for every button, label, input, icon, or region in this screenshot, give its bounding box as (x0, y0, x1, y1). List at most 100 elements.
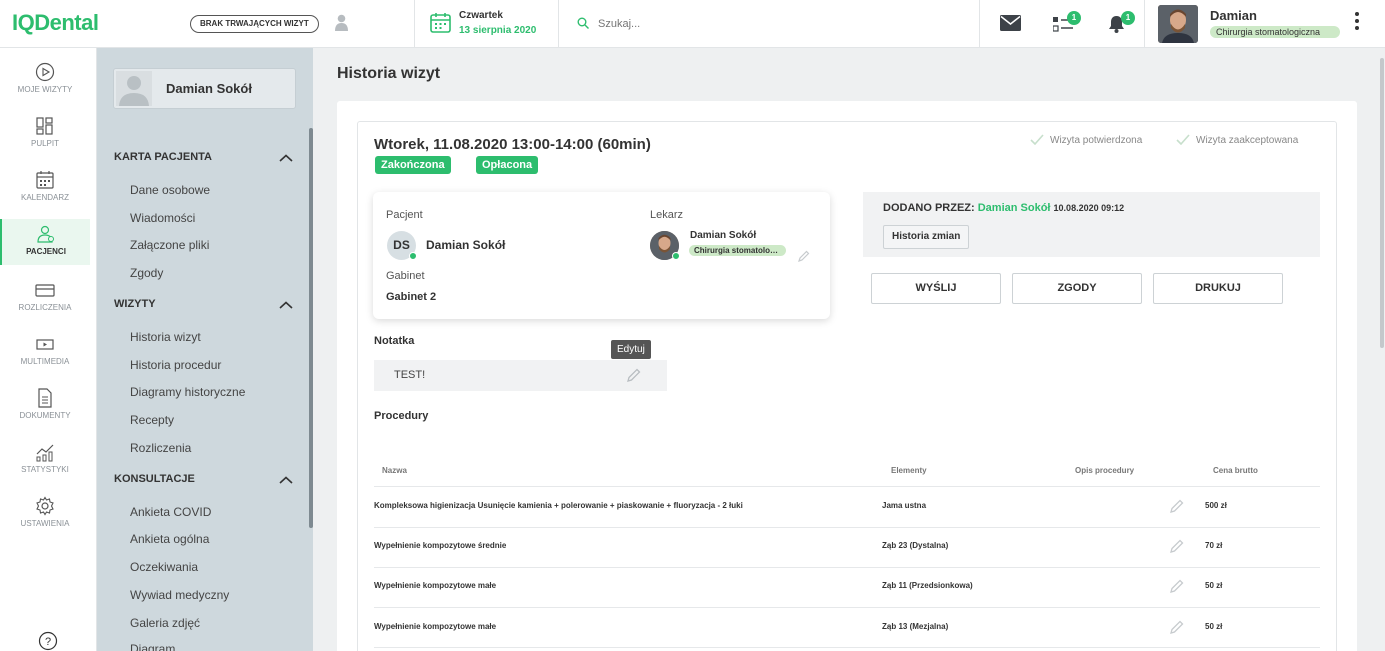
note-text: TEST! (394, 369, 426, 381)
edit-pencil-icon[interactable] (1170, 620, 1184, 634)
procedure-elements: Ząb 11 (Przedsionkowa) (882, 581, 973, 590)
procedure-price: 50 zł (1205, 581, 1223, 590)
sidebar-item-photo-gallery[interactable]: Galeria zdjęć (130, 616, 200, 630)
patients-icon (37, 225, 54, 243)
change-history-button[interactable]: Historia zmian (883, 225, 970, 249)
tasks-badge: 1 (1067, 11, 1081, 25)
bell-icon[interactable]: 1 (1108, 11, 1135, 38)
help-icon[interactable]: ? (38, 631, 58, 651)
procedure-price: 70 zł (1205, 541, 1223, 550)
procedure-name: Kompleksowa higienizacja Usunięcie kamie… (374, 501, 743, 510)
edit-pencil-icon[interactable] (798, 250, 810, 262)
section-title-patient-card[interactable]: KARTA PACJENTA (114, 151, 212, 163)
search-input[interactable] (598, 14, 958, 34)
doctor-name: Damian Sokół (690, 230, 757, 241)
patient-name-link[interactable]: Damian Sokół (426, 238, 505, 252)
nav-multimedia[interactable]: MULTIMEDIA (0, 334, 90, 380)
visit-accepted-label: Wizyta zaakceptowana (1196, 135, 1299, 146)
sidebar-item-medical-interview[interactable]: Wywiad medyczny (130, 588, 229, 602)
edit-note-pencil-icon[interactable] (627, 368, 641, 382)
sidebar-item-covid-survey[interactable]: Ankieta COVID (130, 505, 211, 519)
nav-patients[interactable]: PACJENCI (0, 219, 90, 265)
section-title-visits[interactable]: WIZYTY (114, 298, 156, 310)
nav-label: PACJENCI (26, 247, 66, 256)
procedure-name: Wypełnienie kompozytowe średnie (374, 541, 507, 550)
row-divider (374, 567, 1320, 568)
nav-label: STATYSTYKI (21, 465, 69, 474)
mail-icon[interactable] (1000, 15, 1021, 36)
calendar-icon (430, 13, 451, 33)
print-button[interactable]: DRUKUJ (1153, 273, 1283, 304)
check-icon (1030, 134, 1044, 146)
row-divider (374, 647, 1320, 648)
edit-pencil-icon[interactable] (1170, 539, 1184, 553)
nav-label: KALENDARZ (20, 193, 69, 202)
nav-settings[interactable]: USTAWIENIA (0, 496, 90, 542)
edit-tooltip: Edytuj (611, 340, 651, 359)
procedures-title: Procedury (374, 410, 429, 422)
procedure-price: 500 zł (1205, 501, 1227, 510)
sidebar-item-expectations[interactable]: Oczekiwania (130, 560, 198, 574)
patient-card[interactable]: Damian Sokół (113, 68, 296, 109)
app-logo[interactable]: IQDental (12, 10, 99, 36)
sidebar-item-procedure-history[interactable]: Historia procedur (130, 358, 221, 372)
column-header-name: Nazwa (382, 466, 407, 475)
row-divider (374, 607, 1320, 608)
added-date: 10.08.2020 09:12 (1053, 203, 1125, 213)
date-weekday: Czwartek (459, 10, 503, 21)
added-by-name: Damian Sokół (977, 202, 1051, 214)
calendar-icon (36, 171, 54, 189)
patient-sidebar: Damian Sokół KARTA PACJENTA Dane osobowe… (97, 48, 313, 651)
tasks-icon[interactable]: 1 (1052, 11, 1081, 37)
nav-documents[interactable]: DOKUMENTY (0, 388, 90, 434)
sidebar-item-visit-history[interactable]: Historia wizyt (130, 330, 201, 344)
sidebar-item-diagram[interactable]: Diagram (130, 642, 175, 651)
consents-button[interactable]: ZGODY (1012, 273, 1142, 304)
status-badge-finished: Zakończona (375, 156, 451, 174)
sidebar-item-consents[interactable]: Zgody (130, 266, 163, 280)
procedure-price: 50 zł (1205, 622, 1223, 631)
user-avatar[interactable] (1158, 5, 1198, 43)
room-label: Gabinet (386, 270, 425, 282)
no-ongoing-visits-button[interactable]: BRAK TRWAJĄCYCH WIZYT (190, 15, 319, 33)
chevron-up-icon[interactable] (279, 301, 293, 309)
more-menu-icon[interactable] (1352, 12, 1362, 36)
chevron-up-icon[interactable] (279, 154, 293, 162)
sidebar-item-messages[interactable]: Wiadomości (130, 211, 195, 225)
check-icon (1176, 134, 1190, 146)
chevron-up-icon[interactable] (279, 476, 293, 484)
sidebar-item-attached-files[interactable]: Załączone pliki (130, 238, 209, 252)
page-title: Historia wizyt (337, 65, 441, 82)
play-circle-icon (35, 62, 55, 82)
nav-label: MOJE WIZYTY (17, 85, 73, 94)
sidebar-item-historic-diagrams[interactable]: Diagramy historyczne (130, 385, 245, 399)
person-icon[interactable] (335, 14, 348, 36)
visit-title: Wtorek, 11.08.2020 13:00-14:00 (60min) (374, 136, 651, 153)
top-bar: IQDental BRAK TRWAJĄCYCH WIZYT Czwartek … (0, 0, 1385, 48)
search-icon (577, 17, 589, 29)
row-divider (374, 486, 1320, 487)
nav-billing[interactable]: ROZLICZENIA (0, 280, 90, 326)
procedure-name: Wypełnienie kompozytowe małe (374, 622, 497, 631)
row-divider (374, 527, 1320, 528)
sidebar-item-personal-data[interactable]: Dane osobowe (130, 183, 210, 197)
edit-pencil-icon[interactable] (1170, 499, 1184, 513)
visit-confirmed-status: Wizyta potwierdzona (1030, 134, 1142, 146)
nav-my-visits[interactable]: MOJE WIZYTY (0, 62, 90, 108)
column-header-elements: Elementy (891, 466, 927, 475)
nav-calendar[interactable]: KALENDARZ (0, 170, 90, 216)
page-scrollbar[interactable] (1380, 58, 1384, 348)
nav-label: DOKUMENTY (19, 411, 71, 420)
sidebar-item-general-survey[interactable]: Ankieta ogólna (130, 532, 209, 546)
user-name[interactable]: Damian (1210, 8, 1257, 23)
sidebar-item-prescriptions[interactable]: Recepty (130, 413, 174, 427)
edit-pencil-icon[interactable] (1170, 579, 1184, 593)
online-indicator (672, 252, 680, 260)
section-title-consultations[interactable]: KONSULTACJE (114, 473, 195, 485)
visit-confirmed-label: Wizyta potwierdzona (1050, 135, 1143, 146)
send-button[interactable]: WYŚLIJ (871, 273, 1001, 304)
sidebar-scrollbar[interactable] (309, 128, 313, 528)
nav-statistics[interactable]: STATYSTYKI (0, 442, 90, 488)
sidebar-item-settlements[interactable]: Rozliczenia (130, 441, 191, 455)
nav-dashboard[interactable]: PULPIT (0, 116, 90, 162)
